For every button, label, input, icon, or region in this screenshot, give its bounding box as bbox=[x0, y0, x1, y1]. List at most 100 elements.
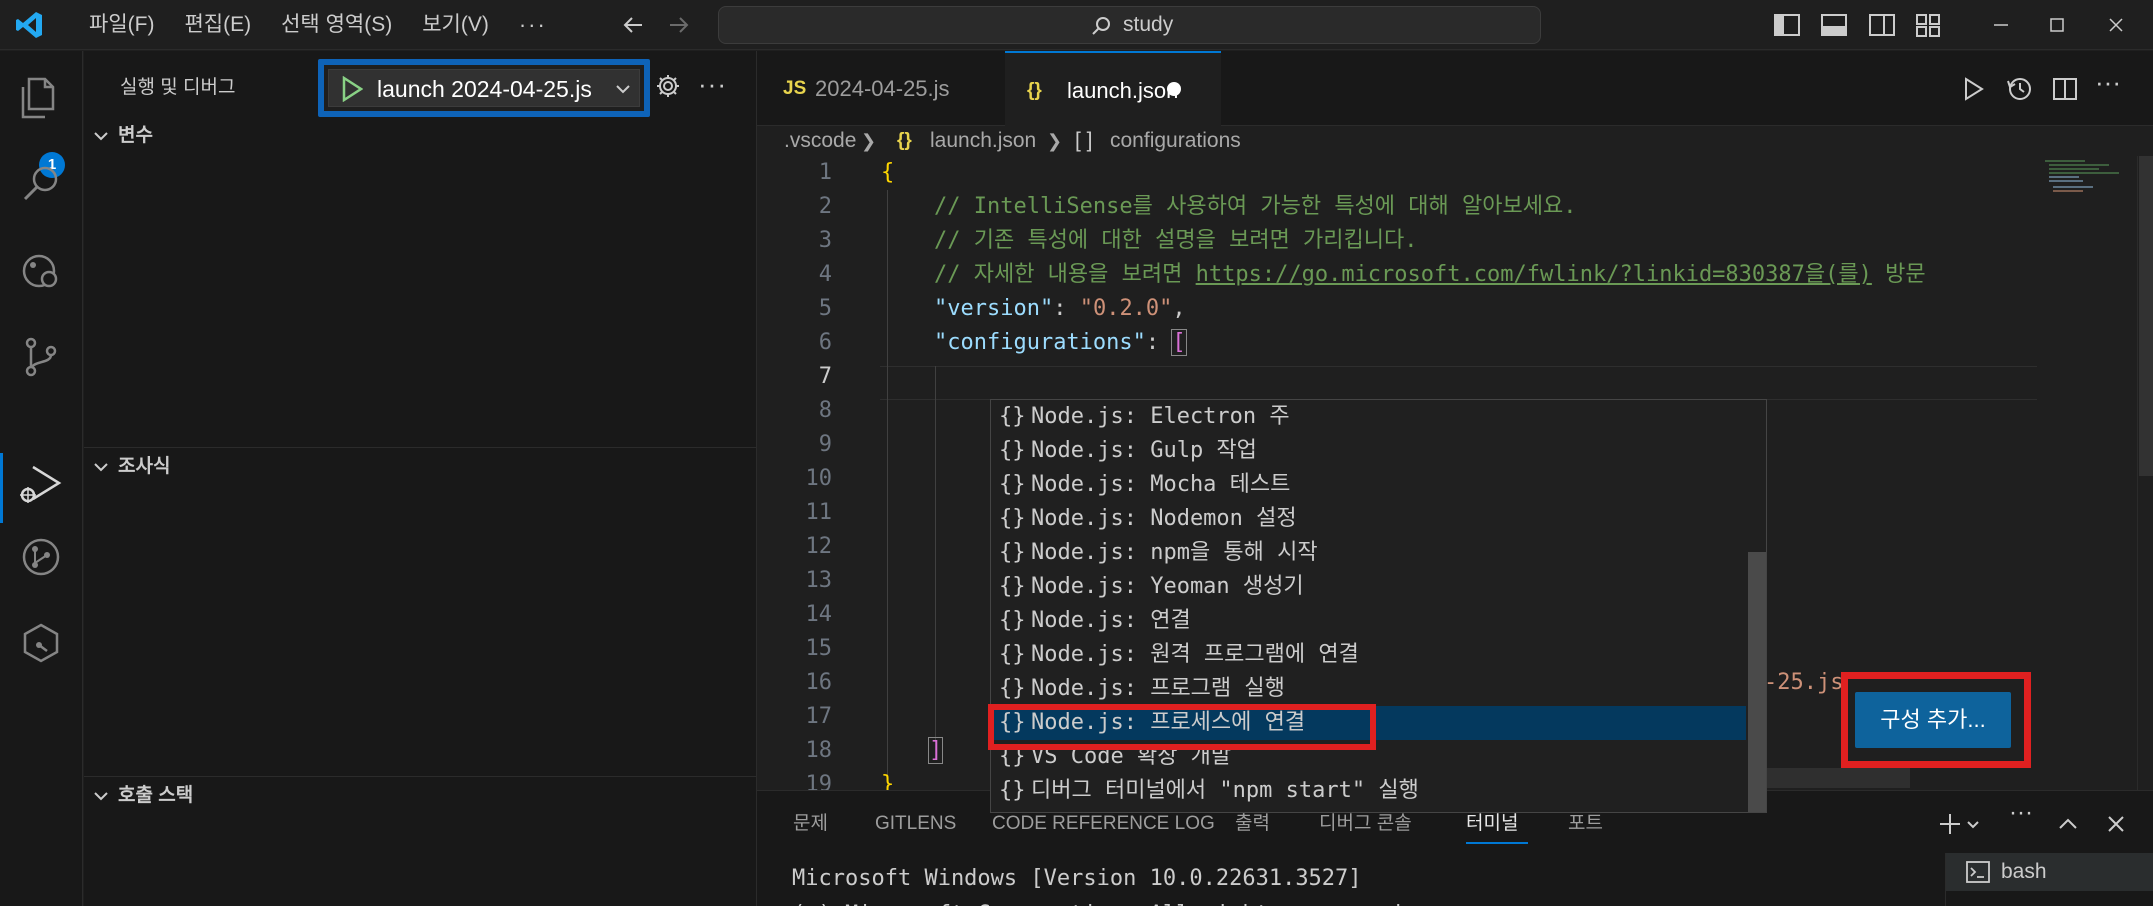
line-number: 4 bbox=[818, 262, 832, 287]
close-panel-icon[interactable] bbox=[2103, 811, 2129, 837]
line-number: 10 bbox=[805, 466, 833, 491]
terminal-output[interactable]: Microsoft Windows [Version 10.0.22631.35… bbox=[792, 861, 1362, 897]
run-icon[interactable] bbox=[1959, 75, 1987, 103]
explorer-icon[interactable] bbox=[15, 71, 67, 123]
breadcrumb-launch-json[interactable]: launch.json bbox=[930, 126, 1036, 156]
section-divider bbox=[84, 447, 756, 448]
vertical-scrollbar[interactable] bbox=[2137, 156, 2153, 790]
suggestion-item[interactable]: {} Node.js: Nodemon 설정 bbox=[991, 502, 1746, 536]
toggle-panel-icon[interactable] bbox=[1820, 11, 1848, 39]
toggle-primary-sidebar-icon[interactable] bbox=[1773, 11, 1801, 39]
section-call-stack[interactable]: 호출 스택 bbox=[84, 778, 756, 814]
source-control-icon[interactable] bbox=[15, 331, 67, 383]
code-line-2: // IntelliSense를 사용하여 가능한 특성에 대해 알아보세요. bbox=[881, 194, 1577, 219]
json-file-icon: {} bbox=[1027, 80, 1042, 101]
run-debug-icon[interactable] bbox=[15, 459, 67, 511]
run-debug-sidebar: 실행 및 디버그 launch 2024-04-25.js ··· 변수 조사식… bbox=[84, 51, 757, 906]
line-number: 5 bbox=[818, 296, 832, 321]
close-icon[interactable] bbox=[2102, 11, 2130, 39]
snippet-icon: {} bbox=[999, 608, 1026, 633]
extensions-icon[interactable] bbox=[15, 617, 67, 669]
chevron-down-icon[interactable] bbox=[1965, 811, 1981, 837]
section-watch[interactable]: 조사식 bbox=[84, 449, 756, 485]
suggestion-item[interactable]: {} Node.js: 원격 프로그램에 연결 bbox=[991, 638, 1746, 672]
section-variables[interactable]: 변수 bbox=[84, 118, 756, 154]
suggestion-item[interactable]: {} Node.js: Gulp 작업 bbox=[991, 434, 1746, 468]
code-line-19: } bbox=[881, 772, 895, 790]
active-tab-underline bbox=[1466, 842, 1528, 844]
line-number: 19 bbox=[805, 772, 833, 790]
timeline-history-icon[interactable] bbox=[2005, 75, 2033, 103]
back-arrow-icon[interactable] bbox=[618, 10, 648, 40]
customize-layout-icon[interactable] bbox=[1914, 11, 1942, 39]
suggestion-item[interactable]: {} Node.js: Electron 주 bbox=[991, 400, 1746, 434]
title-bar: 파일(F) 편집(E) 선택 영역(S) 보기(V) ··· study bbox=[0, 0, 2153, 50]
search-icon[interactable] bbox=[15, 159, 67, 211]
add-configuration-button[interactable]: 구성 추가... bbox=[1855, 692, 2011, 748]
minimize-icon[interactable] bbox=[1987, 11, 2015, 39]
sidebar-more-button[interactable]: ··· bbox=[698, 69, 727, 100]
snippet-icon: {} bbox=[999, 778, 1026, 803]
split-editor-icon[interactable] bbox=[2051, 75, 2079, 103]
terminal-output[interactable]: (c) Microsoft Corporation. All rights re… bbox=[792, 897, 1415, 906]
tab-launch-json[interactable]: {} launch.json bbox=[1005, 51, 1221, 126]
gear-icon[interactable] bbox=[654, 72, 682, 100]
line-number: 11 bbox=[805, 500, 833, 525]
maximize-icon[interactable] bbox=[2043, 11, 2071, 39]
chevron-right-icon: ❯ bbox=[1047, 131, 1063, 151]
maximize-panel-icon[interactable] bbox=[2055, 811, 2081, 837]
line-number: 15 bbox=[805, 636, 833, 661]
line-number: 17 bbox=[805, 704, 833, 729]
snippet-icon: {} bbox=[999, 540, 1026, 565]
gitlens-icon[interactable] bbox=[15, 531, 67, 583]
breadcrumb-vscode[interactable]: .vscode bbox=[784, 126, 856, 156]
new-terminal-icon[interactable] bbox=[1937, 811, 1963, 837]
minimap[interactable] bbox=[2037, 156, 2137, 790]
menu-edit[interactable]: 편집(E) bbox=[169, 0, 266, 50]
remote-explorer-icon[interactable] bbox=[15, 245, 67, 297]
snippet-icon: {} bbox=[999, 676, 1026, 701]
suggestion-item[interactable]: {} Node.js: 프로그램 실행 bbox=[991, 672, 1746, 706]
line-number: 6 bbox=[818, 330, 832, 355]
code-line-6: "configurations": [ bbox=[933, 329, 1187, 356]
panel-tab-problems[interactable]: 문제 bbox=[793, 791, 828, 857]
panel-more-button[interactable]: ··· bbox=[2009, 799, 2049, 826]
menu-file[interactable]: 파일(F) bbox=[74, 0, 169, 50]
menu-more-button[interactable]: ··· bbox=[504, 0, 562, 50]
suggestion-item[interactable]: {} 디버그 터미널에서 "npm start" 실행 bbox=[991, 774, 1746, 808]
snippet-icon: {} bbox=[999, 642, 1026, 667]
code-line-18: ] bbox=[927, 737, 944, 764]
suggestion-item[interactable]: {} Node.js: Mocha 테스트 bbox=[991, 468, 1746, 502]
unsaved-dot-icon[interactable] bbox=[1167, 82, 1181, 96]
tab-label: launch.json bbox=[1067, 78, 1179, 103]
suggestion-scroll-thumb[interactable] bbox=[1748, 552, 1766, 812]
scroll-thumb[interactable] bbox=[2139, 156, 2153, 476]
breadcrumb-configurations[interactable]: configurations bbox=[1110, 126, 1241, 156]
code-line-4: // 자세한 내용을 보려면 https://go.microsoft.com/… bbox=[881, 262, 1926, 287]
section-watch-label: 조사식 bbox=[118, 456, 171, 477]
command-center-search[interactable]: study bbox=[718, 6, 1541, 44]
tab-2024-04-25-js[interactable]: JS 2024-04-25.js bbox=[757, 51, 1002, 126]
line-number: 12 bbox=[805, 534, 833, 559]
suggestion-item[interactable]: {} Node.js: Yeoman 생성기 bbox=[991, 570, 1746, 604]
suggestion-item[interactable]: {} Node.js: npm을 통해 시작 bbox=[991, 536, 1746, 570]
menu-view[interactable]: 보기(V) bbox=[407, 0, 504, 50]
terminal-item-bash[interactable]: bash bbox=[1946, 853, 2153, 891]
panel-tab-gitlens[interactable]: GITLENS bbox=[875, 791, 956, 857]
tab-label: 2024-04-25.js bbox=[815, 76, 950, 101]
toggle-secondary-sidebar-icon[interactable] bbox=[1868, 11, 1896, 39]
start-debugging-icon[interactable] bbox=[341, 76, 363, 102]
editor-more-button[interactable]: ··· bbox=[2095, 67, 2135, 97]
activity-bar: 1 bbox=[0, 51, 83, 906]
snippet-icon: {} bbox=[999, 404, 1026, 429]
forward-arrow-icon[interactable] bbox=[664, 10, 694, 40]
fwlink-link[interactable]: https://go.microsoft.com/fwlink/?linkid=… bbox=[1196, 262, 1872, 287]
chevron-right-icon: ❯ bbox=[861, 131, 877, 151]
suggestion-item[interactable]: {} Node.js: 연결 bbox=[991, 604, 1746, 638]
active-indicator bbox=[0, 453, 3, 523]
menu-selection[interactable]: 선택 영역(S) bbox=[266, 0, 407, 50]
line-number: 7 bbox=[818, 364, 832, 389]
line-number: 9 bbox=[818, 432, 832, 457]
debug-launch-config-select[interactable]: launch 2024-04-25.js bbox=[318, 59, 650, 117]
code-line-1: { bbox=[881, 160, 895, 185]
